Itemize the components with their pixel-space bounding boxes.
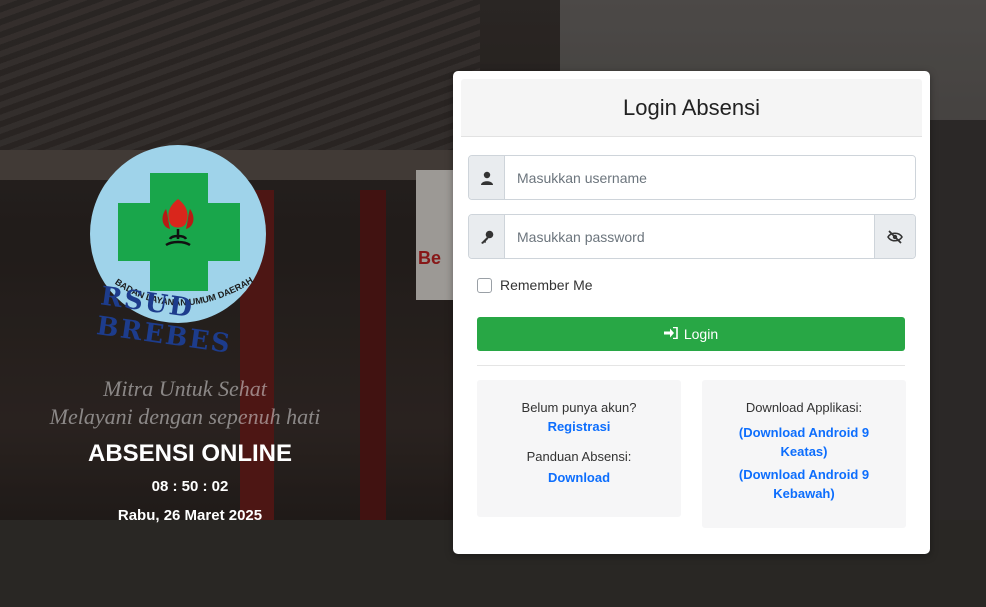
motto-line-2: Melayani dengan sepenuh hati — [49, 404, 321, 429]
remember-me-checkbox[interactable]: Remember Me — [477, 277, 593, 293]
login-card: Login Absensi Remember Me Login Belum pu… — [453, 71, 930, 554]
password-input[interactable] — [505, 215, 874, 258]
flower-icon — [162, 199, 194, 247]
download-android-down-link[interactable]: (Download Android 9 Kebawah) — [722, 465, 886, 503]
register-link[interactable]: Registrasi — [477, 419, 681, 434]
date-label: Rabu, 26 Maret 2025 — [117, 507, 263, 524]
username-group — [468, 155, 916, 200]
login-title: Login Absensi — [623, 95, 760, 120]
download-app-text: Download Applikasi: — [745, 400, 863, 415]
hospital-logo: BADAN LAYANAN UMUM DAERAH RSUD BREBES — [88, 145, 268, 360]
app-title: ABSENSI ONLINE — [87, 440, 293, 467]
login-button[interactable]: Login — [477, 317, 905, 351]
divider — [477, 365, 905, 366]
password-group — [468, 214, 916, 259]
account-info-box: Belum punya akun? Registrasi Panduan Abs… — [477, 380, 681, 517]
motto-line-1: Mitra Untuk Sehat — [103, 376, 267, 401]
sign-in-icon — [663, 326, 678, 342]
user-icon — [469, 156, 505, 199]
guide-text: Panduan Absensi: — [526, 449, 632, 464]
login-card-header: Login Absensi — [461, 79, 922, 137]
clock: 08 : 50 : 02 — [151, 478, 229, 495]
remember-me-label: Remember Me — [500, 277, 593, 293]
guide-download-link[interactable]: Download — [477, 470, 681, 485]
username-input[interactable] — [505, 156, 915, 199]
login-button-label: Login — [683, 326, 719, 342]
key-icon — [469, 215, 505, 258]
eye-slash-icon[interactable] — [874, 215, 915, 258]
download-android-up-link[interactable]: (Download Android 9 Keatas) — [722, 423, 886, 461]
download-app-box: Download Applikasi: (Download Android 9 … — [702, 380, 906, 528]
no-account-text: Belum punya akun? — [521, 400, 637, 415]
checkbox-box[interactable] — [477, 277, 492, 293]
